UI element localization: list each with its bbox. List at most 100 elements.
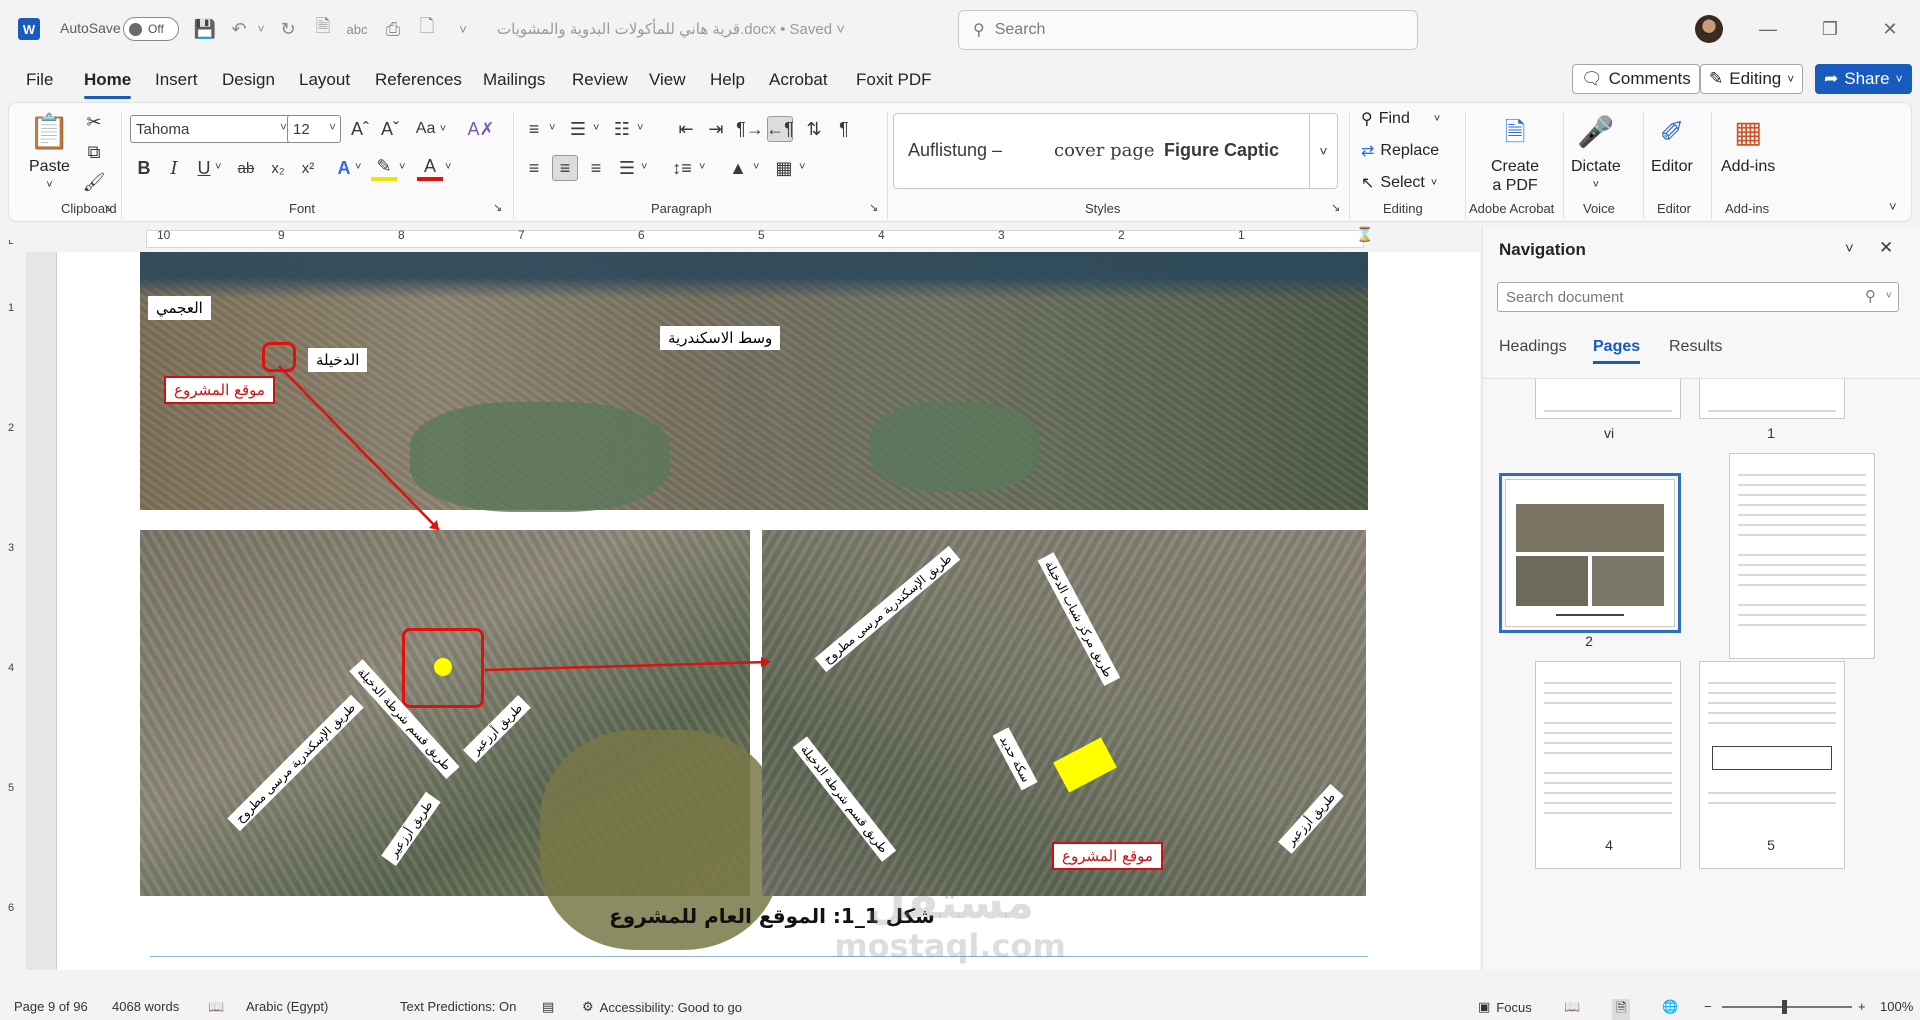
search-icon[interactable]: ⚲ [1865,287,1876,305]
style-cover-page[interactable]: cover page [1054,140,1155,161]
page-thumbnail[interactable] [1729,453,1875,659]
grow-font-icon[interactable]: Aˆ [347,116,373,142]
decrease-indent-icon[interactable]: ⇤ [673,116,699,142]
redo-icon[interactable]: ↻ [275,16,301,42]
horizontal-ruler[interactable]: ⌞ 10 9 8 7 6 5 4 3 2 1 ⌛ [0,226,1480,252]
font-color-icon[interactable]: A [417,155,443,181]
ltr-direction-icon[interactable]: ¶→ [736,116,764,142]
new-document-icon[interactable]: 🗋 [414,16,440,42]
style-auflistung[interactable]: Auflistung – [908,140,1002,161]
undo-icon[interactable]: ↶ [226,16,252,42]
tab-layout[interactable]: Layout [299,70,350,90]
align-left-icon[interactable]: ≡ [521,155,547,181]
tab-view[interactable]: View [649,70,686,90]
word-count[interactable]: 4068 words [112,999,179,1014]
collapse-ribbon-chevron-icon[interactable]: ˅ [1889,199,1897,214]
print-icon[interactable]: ⎙ [380,16,406,42]
vertical-ruler[interactable]: 1 2 3 4 5 6 [0,252,26,970]
document-page[interactable]: العجمي الدخيلة موقع المشروع وسط الاسكندر… [56,252,1480,970]
text-predictions[interactable]: Text Predictions: On [400,999,516,1014]
cut-icon[interactable]: ✂ [81,109,107,135]
shrink-font-icon[interactable]: Aˇ [377,116,403,142]
chevron-down-icon[interactable]: ˅ [1845,240,1854,257]
highlight-icon[interactable]: ✎ [371,155,397,181]
align-center-icon[interactable]: ≡ [552,155,578,181]
proofing-icon[interactable]: 📖 [208,999,224,1015]
tab-foxit-pdf[interactable]: Foxit PDF [856,70,932,90]
increase-indent-icon[interactable]: ⇥ [703,116,729,142]
change-case-button[interactable]: Aa ˅ [411,116,451,142]
tab-insert[interactable]: Insert [155,70,198,90]
add-ins-button[interactable]: ▦ Add-ins [1721,111,1775,176]
bullets-icon[interactable]: ≡ [521,116,547,142]
print-preview-icon[interactable]: 🗎 [310,16,336,42]
superscript-icon[interactable]: x² [295,155,321,181]
replace-button[interactable]: ⇄ Replace [1361,141,1439,161]
close-icon[interactable]: ✕ [1879,238,1893,258]
copy-icon[interactable]: ⧉ [81,139,107,165]
paste-button[interactable]: 📋 Paste ˅ [28,111,70,195]
tab-help[interactable]: Help [710,70,745,90]
line-spacing-icon[interactable]: ↕≡ [669,155,695,181]
italic-icon[interactable]: I [161,155,187,181]
find-button[interactable]: ⚲ Find ˅ [1361,109,1440,129]
tab-mailings[interactable]: Mailings [483,70,545,90]
chevron-down-icon[interactable]: ˅ [753,161,759,173]
undo-dropdown-icon[interactable]: ˅ [254,16,268,42]
chevron-down-icon[interactable]: ˅ [445,161,451,173]
editor-button[interactable]: ✐ Editor [1651,111,1693,176]
chevron-down-icon[interactable]: ˅ [399,161,405,173]
create-pdf-button[interactable]: 🗎 Create a PDF [1491,111,1539,195]
search-box[interactable]: ⚲ Search [958,10,1418,50]
sort-icon[interactable]: ⇅ [801,116,827,142]
chevron-down-icon[interactable]: ˅ [1886,290,1892,302]
chevron-down-icon[interactable]: ˅ [637,122,643,134]
shading-icon[interactable]: ▲ [725,155,751,181]
nav-tab-results[interactable]: Results [1669,338,1722,356]
dialog-launcher-icon[interactable]: ↘ [103,201,112,214]
page-thumbnail-selected[interactable] [1499,473,1681,633]
chevron-down-icon[interactable]: ˅ [549,122,555,134]
close-icon[interactable]: ✕ [1870,14,1910,44]
font-size-select[interactable]: 12 ˅ [287,115,341,143]
read-mode-icon[interactable]: 📖 [1564,999,1580,1015]
spelling-icon[interactable]: abc [344,16,370,42]
chevron-down-icon[interactable]: ˅ [699,161,705,173]
style-figure-caption[interactable]: Figure Captic [1164,140,1279,161]
show-formatting-icon[interactable]: ¶ [831,116,857,142]
zoom-slider-thumb[interactable] [1782,1000,1787,1014]
styles-more-chevron-icon[interactable]: ˅ [1309,114,1337,188]
tab-selector-icon[interactable]: ⌞ [8,232,14,246]
zoom-out-icon[interactable]: − [1704,999,1712,1014]
dictate-button[interactable]: 🎤 Dictate ˅ [1571,111,1621,195]
chevron-down-icon[interactable]: ˅ [215,161,221,173]
macro-icon[interactable]: ▤ [542,999,554,1015]
tab-file[interactable]: File [26,70,53,90]
document-title[interactable]: قرية هاني للمأكولات البدوية والمشويات.do… [497,20,845,39]
format-painter-icon[interactable]: 🖌 [81,169,107,195]
maximize-icon[interactable]: ❐ [1810,14,1850,44]
clear-formatting-icon[interactable]: A✗ [467,116,494,142]
tab-review[interactable]: Review [572,70,628,90]
nav-tab-headings[interactable]: Headings [1499,338,1567,356]
nav-tab-pages[interactable]: Pages [1593,338,1641,364]
document-canvas[interactable]: العجمي الدخيلة موقع المشروع وسط الاسكندر… [26,252,1480,970]
page-thumbnail[interactable] [1535,379,1681,419]
tab-acrobat[interactable]: Acrobat [769,70,828,90]
borders-icon[interactable]: ▦ [771,155,797,181]
accessibility-status[interactable]: ⚙ Accessibility: Good to go [582,999,742,1015]
chevron-down-icon[interactable]: ˅ [641,161,647,173]
tab-home[interactable]: Home [84,70,132,99]
navigation-search-input[interactable]: Search document ⚲ ˅ [1497,282,1899,312]
page-thumbnail[interactable] [1699,379,1845,419]
multilevel-list-icon[interactable]: ☷ [609,116,635,142]
zoom-in-icon[interactable]: + [1858,999,1866,1014]
select-button[interactable]: ↖ Select ˅ [1361,173,1437,193]
justify-icon[interactable]: ☰ [614,155,640,181]
print-layout-icon[interactable]: 🗎 [1612,999,1631,1020]
underline-icon[interactable]: U [191,155,217,181]
tab-references[interactable]: References [375,70,462,90]
text-effects-icon[interactable]: A [331,155,357,181]
page-count[interactable]: Page 9 of 96 [14,999,88,1014]
save-icon[interactable]: 💾 [192,16,218,42]
